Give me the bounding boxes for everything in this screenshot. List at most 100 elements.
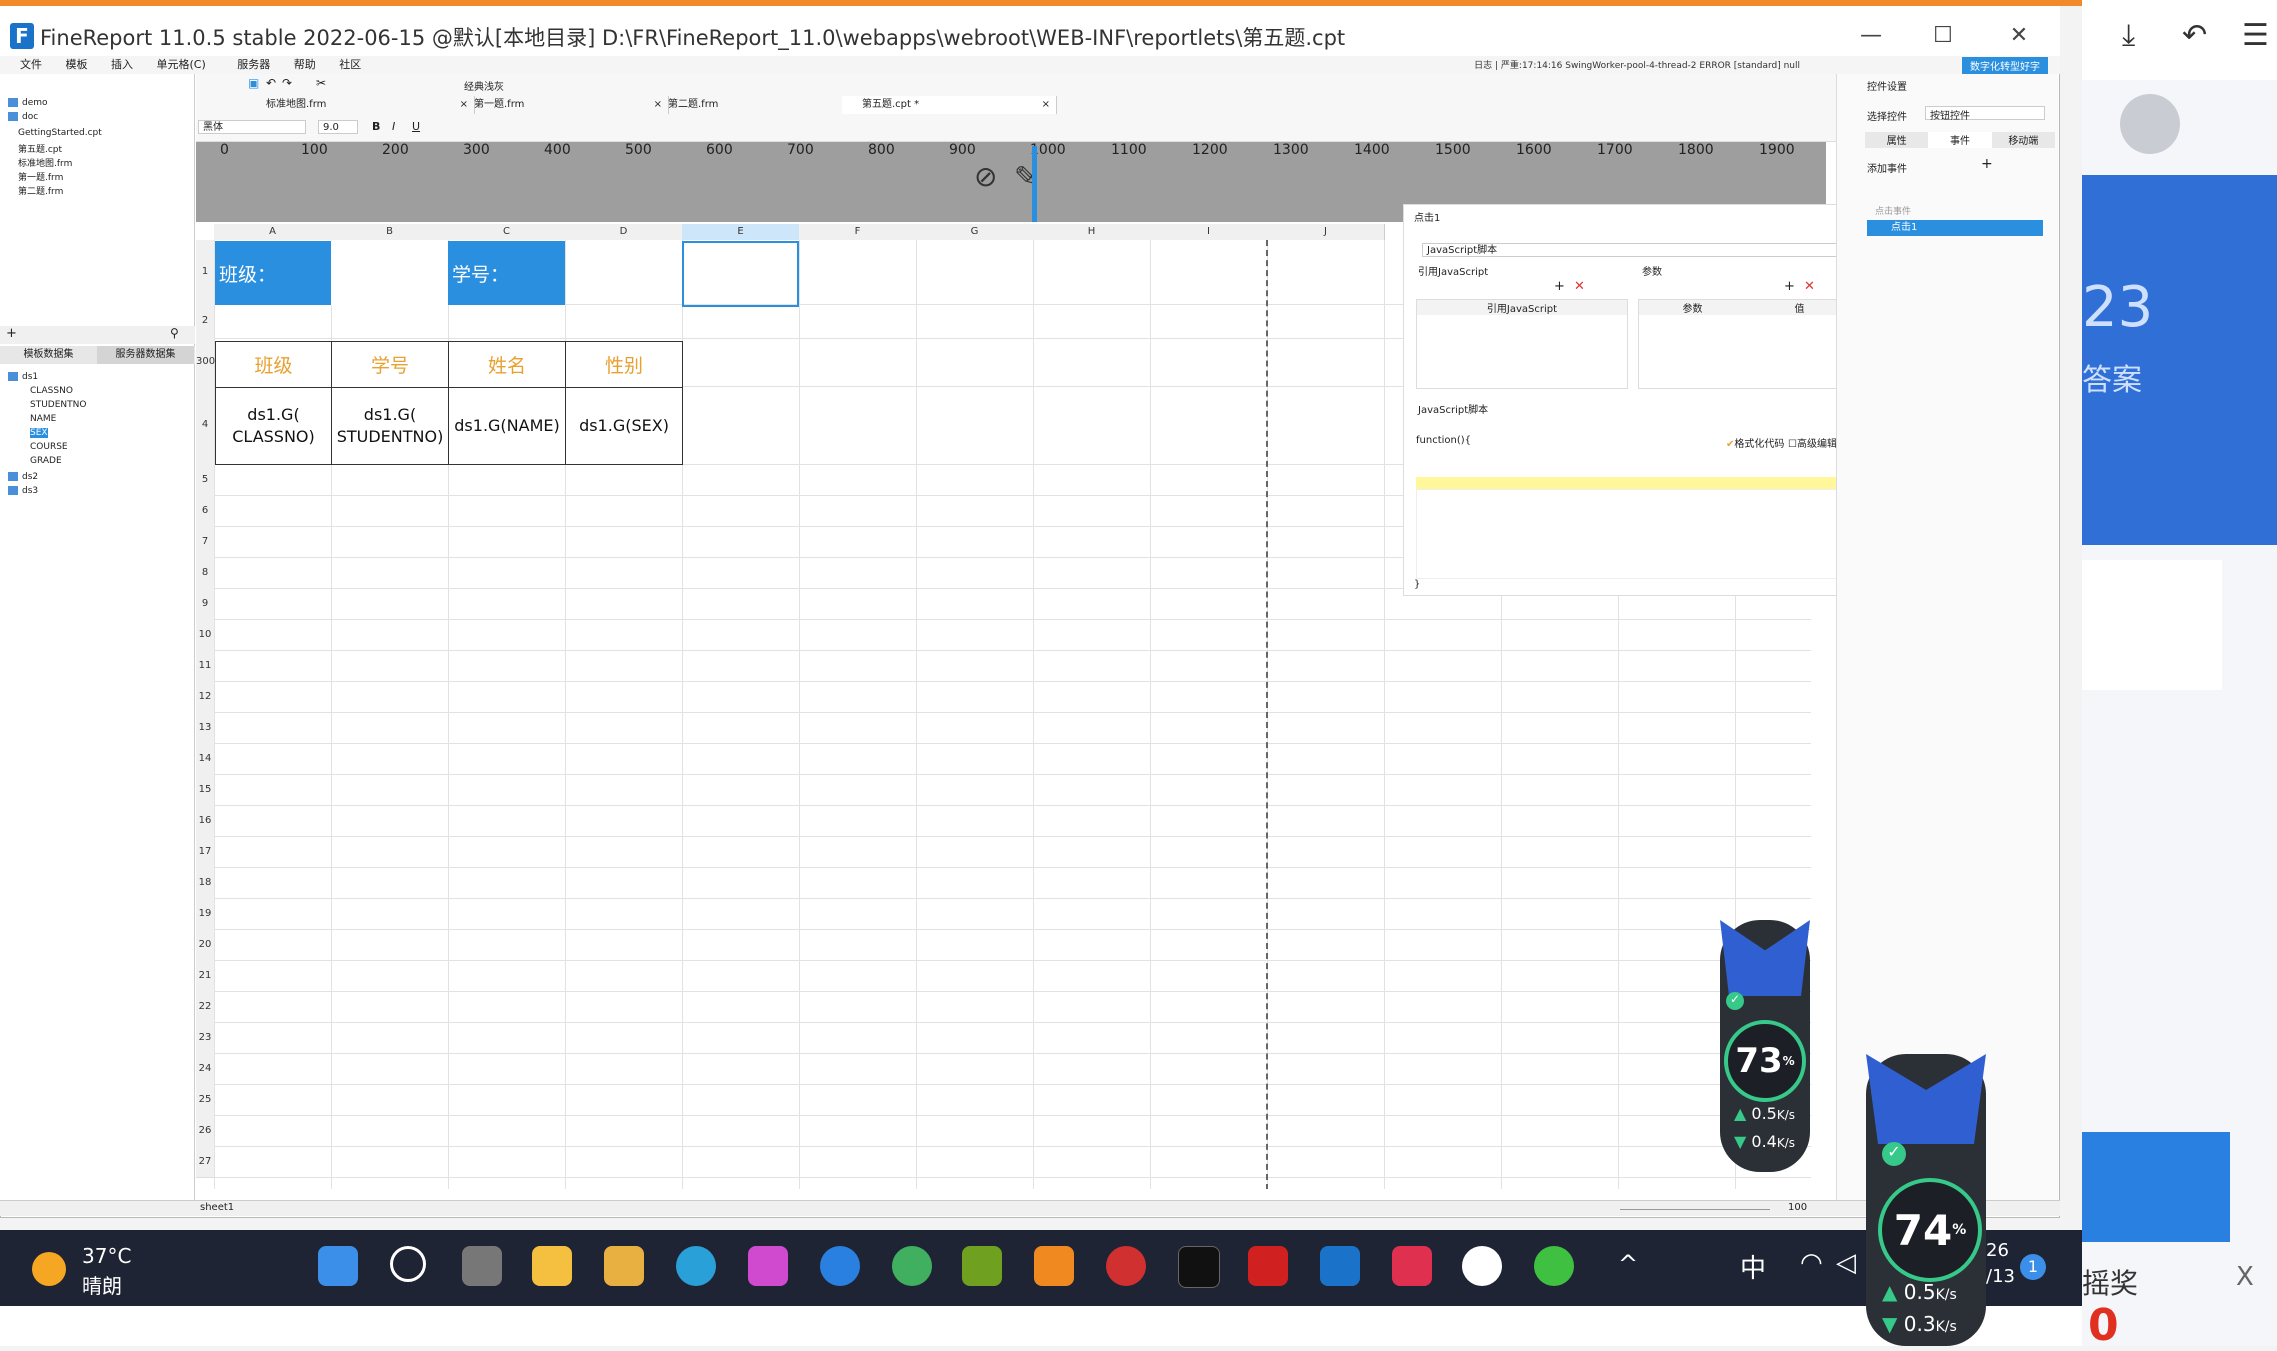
network-widget-1[interactable]: ✓ 73% ▲ 0.5K/s ▼ 0.4K/s (1720, 920, 1810, 1172)
row-header[interactable]: 16 (196, 805, 214, 837)
bold-icon[interactable]: B (372, 120, 380, 133)
row-header[interactable]: 9 (196, 588, 214, 620)
close-button[interactable]: ✕ (1994, 18, 2044, 54)
dataset-item[interactable]: ds1 (8, 372, 38, 382)
cell-class-label[interactable]: 班级： (215, 241, 331, 305)
row-header[interactable]: 5 (196, 464, 214, 496)
task-view-icon[interactable] (462, 1246, 502, 1286)
add-icon[interactable]: + (1784, 279, 1795, 294)
row-header[interactable]: 23 (196, 1022, 214, 1054)
explorer-icon[interactable] (604, 1246, 644, 1286)
zoom-slider[interactable] (1620, 1209, 1770, 1210)
menu-icon[interactable]: ☰ (2242, 18, 2269, 53)
menu-server[interactable]: 服务器 (237, 56, 270, 74)
cell-student-label[interactable]: 学号： (448, 241, 565, 305)
download-icon[interactable]: ⤓ (2122, 18, 2135, 53)
row-header[interactable]: 11 (196, 650, 214, 682)
event-item-selected[interactable]: 点击1 (1867, 220, 2043, 236)
menu-template[interactable]: 模板 (66, 56, 88, 74)
app-icon[interactable] (748, 1246, 788, 1286)
ime-indicator[interactable]: 中 (1740, 1248, 1766, 1285)
row-header[interactable]: 18 (196, 867, 214, 899)
wechat-icon[interactable] (1534, 1246, 1574, 1286)
ruler-marker[interactable] (1032, 146, 1037, 222)
row-header[interactable]: 13 (196, 712, 214, 744)
header-name[interactable]: 姓名 (448, 341, 566, 388)
format-code-checkbox[interactable]: ✔格式化代码 (1726, 435, 1784, 450)
undo-icon[interactable]: ↶ (2182, 18, 2207, 53)
digital-button[interactable]: 数字化转型好字 (1962, 57, 2048, 74)
header-sex[interactable]: 性别 (565, 341, 683, 388)
ref-js-table[interactable]: 引用JavaScript (1416, 299, 1628, 389)
row-header[interactable]: 21 (196, 960, 214, 992)
column-header[interactable]: G (916, 224, 1034, 240)
tab-template-dataset[interactable]: 模板数据集 (0, 346, 97, 364)
data-cell-classno[interactable]: ds1.G( CLASSNO) (215, 387, 332, 465)
tree-item[interactable]: GettingStarted.cpt (18, 128, 102, 138)
row-header[interactable]: 17 (196, 836, 214, 868)
menu-help[interactable]: 帮助 (294, 56, 316, 74)
snail-icon[interactable] (1106, 1246, 1146, 1286)
column-header[interactable]: C (448, 224, 566, 240)
dataset-field[interactable]: NAME (30, 414, 56, 424)
row-header[interactable]: 20 (196, 929, 214, 961)
terminal-icon[interactable] (1178, 1246, 1220, 1288)
tab-server-dataset[interactable]: 服务器数据集 (97, 346, 194, 364)
dataset-field[interactable]: GRADE (30, 456, 62, 466)
header-class[interactable]: 班级 (215, 341, 332, 388)
tab-events[interactable]: 事件 (1928, 132, 1992, 148)
add-event-icon[interactable]: + (1981, 156, 1993, 172)
control-type-select[interactable]: 按钮控件 (1925, 106, 2045, 122)
dataset-field[interactable]: STUDENTNO (30, 400, 86, 410)
doc-tab[interactable]: 第一题.frm × (454, 96, 669, 114)
bg-blue-button[interactable] (2082, 1132, 2230, 1242)
undo-icon[interactable]: ↶ (266, 76, 276, 90)
edge-icon[interactable] (676, 1246, 716, 1286)
menu-insert[interactable]: 插入 (111, 56, 133, 74)
search-icon[interactable] (390, 1246, 426, 1282)
row-header[interactable]: 12 (196, 681, 214, 713)
store-icon[interactable] (532, 1246, 572, 1286)
notification-badge[interactable]: 1 (2020, 1254, 2046, 1280)
event-type-select[interactable]: JavaScript脚本 (1422, 243, 1852, 257)
data-cell-name[interactable]: ds1.G(NAME) (448, 387, 566, 465)
advanced-edit-checkbox[interactable]: ☐高级编辑 (1788, 435, 1837, 450)
wifi-icon[interactable]: ◠ (1800, 1248, 1823, 1278)
start-icon[interactable] (318, 1246, 358, 1286)
feishu-icon[interactable] (820, 1246, 860, 1286)
data-cell-sex[interactable]: ds1.G(SEX) (565, 387, 683, 465)
row-header[interactable]: 25 (196, 1084, 214, 1116)
row-header[interactable]: 26 (196, 1115, 214, 1147)
doc-tab[interactable]: 标准地图.frm × (246, 96, 475, 114)
row-header[interactable]: 24 (196, 1053, 214, 1085)
tree-item[interactable]: 标准地图.frm (18, 156, 72, 169)
menu-community[interactable]: 社区 (339, 56, 361, 74)
doc-tab[interactable]: 第二题.frm× (648, 96, 863, 114)
xmind-icon[interactable] (1392, 1246, 1432, 1286)
dataset-field[interactable]: COURSE (30, 442, 68, 452)
dataset-item[interactable]: ds3 (8, 486, 38, 496)
row-header[interactable]: 6 (196, 495, 214, 527)
tab-attributes[interactable]: 属性 (1865, 132, 1928, 148)
menu-file[interactable]: 文件 (20, 56, 42, 74)
save-icon[interactable]: ▣ (248, 76, 259, 90)
row-header[interactable]: 8 (196, 557, 214, 589)
cut-icon[interactable]: ✂ (316, 76, 326, 90)
add-icon[interactable]: + (6, 326, 17, 341)
tab-mobile[interactable]: 移动端 (1992, 132, 2055, 148)
wps-icon[interactable] (1248, 1246, 1288, 1286)
column-header[interactable]: B (331, 224, 449, 240)
dataset-field-selected[interactable]: SEX (30, 428, 48, 438)
column-header[interactable]: D (565, 224, 683, 240)
param-table[interactable]: 参数值 (1638, 299, 1854, 389)
add-icon[interactable]: + (1554, 279, 1565, 294)
tray-expand-icon[interactable]: ^ (1618, 1250, 1638, 1278)
cell-b1[interactable] (331, 241, 448, 305)
qq-pet-icon[interactable] (1462, 1246, 1502, 1286)
volume-icon[interactable]: ◁ (1836, 1248, 1856, 1278)
menu-cell[interactable]: 单元格(C) (157, 56, 206, 74)
game-icon[interactable] (962, 1246, 1002, 1286)
dataset-field[interactable]: CLASSNO (30, 386, 73, 396)
data-cell-studentno[interactable]: ds1.G( STUDENTNO) (331, 387, 449, 465)
cell-e1-selected[interactable] (682, 241, 799, 307)
